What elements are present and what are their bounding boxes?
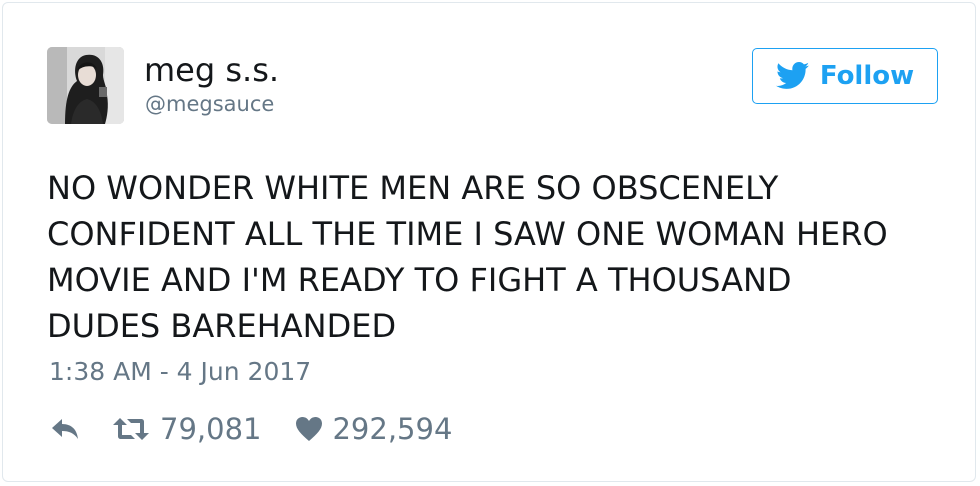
follow-button[interactable]: Follow bbox=[752, 48, 938, 104]
like-button[interactable]: 292,594 bbox=[295, 412, 452, 446]
tweet-timestamp[interactable]: 1:38 AM - 4 Jun 2017 bbox=[49, 356, 311, 388]
tweet-text: NO WONDER WHITE MEN ARE SO OBSCENELY CON… bbox=[47, 165, 947, 349]
avatar-photo bbox=[47, 47, 124, 124]
twitter-bird-icon bbox=[775, 62, 810, 89]
retweet-button[interactable]: 79,081 bbox=[111, 412, 261, 446]
user-handle[interactable]: @megsauce bbox=[145, 91, 274, 117]
retweet-icon bbox=[113, 418, 149, 440]
like-count: 292,594 bbox=[332, 412, 453, 446]
avatar[interactable] bbox=[47, 47, 124, 124]
heart-icon bbox=[296, 417, 323, 441]
tweet-actions: 79,081 292,594 bbox=[49, 409, 452, 449]
tweet-text-line: CONFIDENT ALL THE TIME I SAW ONE WOMAN H… bbox=[47, 215, 888, 253]
tweet-text-line: DUDES BAREHANDED bbox=[47, 307, 397, 345]
tweet-text-line: NO WONDER WHITE MEN ARE SO OBSCENELY bbox=[47, 169, 779, 207]
retweet-count: 79,081 bbox=[160, 412, 262, 446]
tweet-text-line: MOVIE AND I'M READY TO FIGHT A THOUSAND bbox=[47, 261, 792, 299]
reply-button[interactable] bbox=[49, 416, 81, 442]
reply-icon bbox=[52, 419, 78, 439]
tweet-card: meg s.s. @megsauce Follow NO WONDER WHIT… bbox=[2, 2, 976, 482]
display-name[interactable]: meg s.s. bbox=[144, 51, 279, 89]
follow-label: Follow bbox=[819, 61, 915, 91]
